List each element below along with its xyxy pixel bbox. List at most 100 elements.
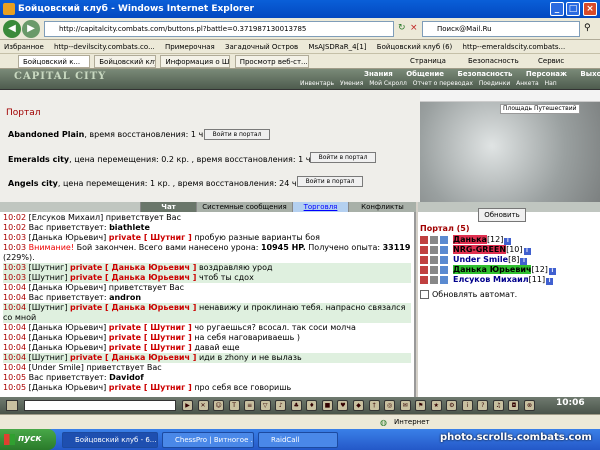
- submenu-transfers[interactable]: Отчет о переводах: [413, 80, 473, 87]
- favorite-item[interactable]: Примерочная: [165, 40, 215, 53]
- player-name[interactable]: Данька Юрьевич: [453, 265, 532, 274]
- menu-security[interactable]: Безопасность: [468, 55, 519, 68]
- player-info-icon[interactable]: i: [504, 238, 512, 245]
- back-button[interactable]: ◀: [3, 20, 21, 38]
- player-name[interactable]: NRG-GREEN: [453, 245, 507, 254]
- chat-private-tag[interactable]: private [ Данька Юрьевич ]: [70, 353, 196, 362]
- chat-sender[interactable]: [Данька Юрьевич]: [29, 333, 107, 342]
- exit-icon[interactable]: ⊗: [524, 400, 536, 411]
- help-icon[interactable]: ?: [477, 400, 489, 411]
- close-button[interactable]: ×: [583, 2, 597, 16]
- sword-icon[interactable]: †: [368, 400, 380, 411]
- key-icon[interactable]: ♦: [306, 400, 318, 411]
- menu-character[interactable]: Персонаж: [526, 70, 567, 78]
- menu-communication[interactable]: Общение: [406, 70, 444, 78]
- info-icon[interactable]: i: [461, 400, 473, 411]
- chat-private-tag[interactable]: private [ Шутниг ]: [109, 383, 192, 392]
- chat-sender[interactable]: [Шутниг]: [29, 353, 68, 362]
- chat-private-tag[interactable]: private [ Шутниг ]: [109, 323, 192, 332]
- taskbar-item[interactable]: RaidCall: [258, 432, 338, 448]
- tab-conflicts[interactable]: Конфликты: [348, 202, 416, 212]
- chat-input[interactable]: [24, 400, 176, 411]
- submenu-inventory[interactable]: Инвентарь: [300, 80, 334, 87]
- player-name[interactable]: Under Smile: [453, 255, 508, 264]
- private-message-icon[interactable]: [420, 246, 428, 254]
- clear-icon[interactable]: ✕: [197, 400, 209, 411]
- player-info-icon[interactable]: i: [548, 268, 556, 275]
- chat-sender[interactable]: [Under Smile]: [29, 363, 84, 372]
- map-icon[interactable]: ◎: [384, 400, 396, 411]
- send-icon[interactable]: ▶: [182, 400, 193, 411]
- menu-security[interactable]: Безопасность: [457, 70, 512, 78]
- chat-sender[interactable]: [Елсуков Михаил]: [29, 213, 104, 222]
- filter-icon[interactable]: ▽: [259, 400, 271, 411]
- translit-icon[interactable]: T: [228, 400, 240, 411]
- search-icon[interactable]: ⚲: [584, 23, 591, 33]
- bag-icon[interactable]: ♣: [290, 400, 302, 411]
- favorite-item[interactable]: Загадочный Остров: [225, 40, 298, 53]
- chat-sender[interactable]: [Шутниг]: [29, 263, 68, 272]
- shield-icon[interactable]: ◆: [353, 400, 365, 411]
- private-message-icon[interactable]: [420, 266, 428, 274]
- chat-private-tag[interactable]: private [ Данька Юрьевич ]: [70, 303, 196, 312]
- gear-icon[interactable]: ⚙: [446, 400, 458, 411]
- gift-icon[interactable]: ♥: [337, 400, 349, 411]
- music-icon[interactable]: ♫: [492, 400, 504, 411]
- player-row[interactable]: NRG-GREEN[10] i: [420, 245, 598, 255]
- tab-trade[interactable]: Торговля: [292, 202, 348, 212]
- taskbar-item[interactable]: ChessPro | Витногое ...: [162, 432, 254, 448]
- favorite-item[interactable]: Избранное: [4, 40, 44, 53]
- book-icon[interactable]: ■: [321, 400, 333, 411]
- browser-tab[interactable]: Информация о Ш...: [160, 55, 231, 68]
- chat-sender[interactable]: [Данька Юрьевич]: [29, 233, 107, 242]
- favorite-item[interactable]: Бойцовский клуб (6): [377, 40, 453, 53]
- lock-icon[interactable]: ◘: [508, 400, 520, 411]
- player-info-icon[interactable]: i: [523, 248, 531, 255]
- smile-icon[interactable]: ☺: [213, 400, 225, 411]
- chat-private-tag[interactable]: private [ Данька Юрьевич ]: [70, 263, 196, 272]
- scroll-icon[interactable]: ≡: [244, 400, 256, 411]
- submenu-nap[interactable]: Нап: [545, 80, 557, 87]
- menu-page[interactable]: Страница: [410, 55, 446, 68]
- favorite-item[interactable]: http--emeraldscity.combats...: [463, 40, 566, 53]
- browser-tab[interactable]: Бойцовский к...: [18, 55, 90, 68]
- mail-icon[interactable]: ✉: [399, 400, 411, 411]
- browser-tab[interactable]: Просмотр веб-ст...: [234, 55, 309, 68]
- chat-private-tag[interactable]: private [ Шутниг ]: [109, 343, 192, 352]
- chat-private-tag[interactable]: private [ Шутниг ]: [109, 233, 192, 242]
- enter-portal-button[interactable]: Войти в портал: [204, 129, 270, 140]
- favorite-item[interactable]: http--devilscity.combats.co...: [54, 40, 155, 53]
- player-name[interactable]: Елсуков Михаил: [453, 275, 529, 284]
- start-button[interactable]: пуск: [0, 429, 56, 450]
- private-message-icon[interactable]: [420, 276, 428, 284]
- taskbar-item[interactable]: Бойцовский клуб - 6...: [62, 432, 158, 448]
- player-info-icon[interactable]: i: [520, 258, 528, 265]
- chat-log[interactable]: 10:02 [Елсуков Михаил] приветствует Вас 1…: [0, 212, 416, 397]
- chat-sender[interactable]: [Данька Юрьевич]: [29, 343, 107, 352]
- favorite-item[interactable]: MsAJSDRaR_4[1]: [308, 40, 366, 53]
- chat-sender[interactable]: [Данька Юрьевич]: [29, 283, 107, 292]
- submenu-skills[interactable]: Умения: [340, 80, 363, 87]
- bell-icon[interactable]: ♪: [275, 400, 287, 411]
- refresh-button[interactable]: Обновить: [478, 208, 526, 222]
- submenu-profile[interactable]: Анкета: [516, 80, 539, 87]
- tab-chat[interactable]: Чат: [140, 202, 196, 212]
- player-name[interactable]: Данька: [453, 235, 487, 244]
- enter-portal-button[interactable]: Войти в портал: [297, 176, 363, 187]
- chat-private-tag[interactable]: private [ Данька Юрьевич ]: [70, 273, 196, 282]
- chat-sender[interactable]: [Шутниг]: [29, 273, 68, 282]
- player-row[interactable]: Елсуков Михаил[11] i: [420, 275, 598, 285]
- browser-tab[interactable]: Бойцовский клуб: [94, 55, 157, 68]
- chat-private-tag[interactable]: private [ Шутниг ]: [109, 333, 192, 342]
- refresh-icon[interactable]: ↻: [398, 23, 406, 33]
- enter-portal-button[interactable]: Войти в портал: [310, 152, 376, 163]
- player-info-icon[interactable]: i: [546, 278, 554, 285]
- player-row[interactable]: Under Smile[8] i: [420, 255, 598, 265]
- menu-exit[interactable]: Выход: [580, 70, 600, 78]
- star-icon[interactable]: ★: [430, 400, 442, 411]
- maximize-button[interactable]: □: [566, 2, 580, 16]
- forward-button[interactable]: ▶: [22, 20, 40, 38]
- map-location-label[interactable]: Площадь Путешествий: [500, 104, 580, 114]
- private-message-icon[interactable]: [420, 236, 428, 244]
- search-input[interactable]: Поиск@Mail.Ru: [422, 21, 580, 37]
